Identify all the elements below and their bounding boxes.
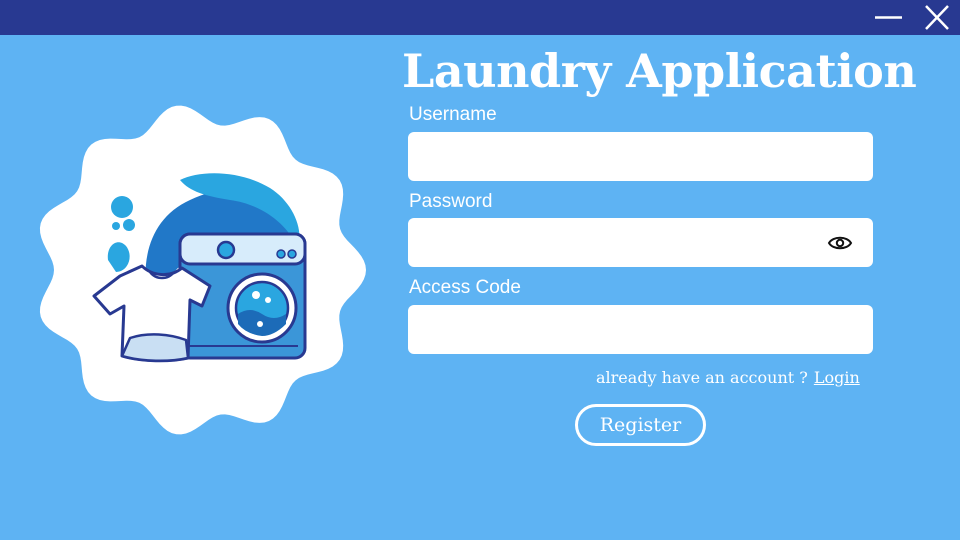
username-input[interactable] <box>408 132 873 181</box>
register-button[interactable]: Register <box>575 404 706 446</box>
washing-machine-laundry-logo <box>39 105 367 435</box>
title-bar <box>0 0 960 35</box>
account-prompt-text: already have an account ? <box>596 368 808 387</box>
account-prompt-row: already have an account ? Login <box>596 368 876 387</box>
page-title: Laundry Application <box>402 44 917 98</box>
minimize-button[interactable] <box>869 0 909 35</box>
app-logo <box>30 100 370 440</box>
password-label: Password <box>409 191 493 212</box>
username-label: Username <box>409 104 497 125</box>
password-input[interactable] <box>408 218 873 267</box>
access-code-label: Access Code <box>409 277 521 298</box>
access-code-input[interactable] <box>408 305 873 354</box>
minimize-icon <box>875 16 902 19</box>
close-button[interactable] <box>917 0 957 35</box>
login-link[interactable]: Login <box>814 368 860 387</box>
show-password-button[interactable] <box>826 232 854 254</box>
close-icon <box>925 5 949 30</box>
eye-icon <box>827 236 853 250</box>
